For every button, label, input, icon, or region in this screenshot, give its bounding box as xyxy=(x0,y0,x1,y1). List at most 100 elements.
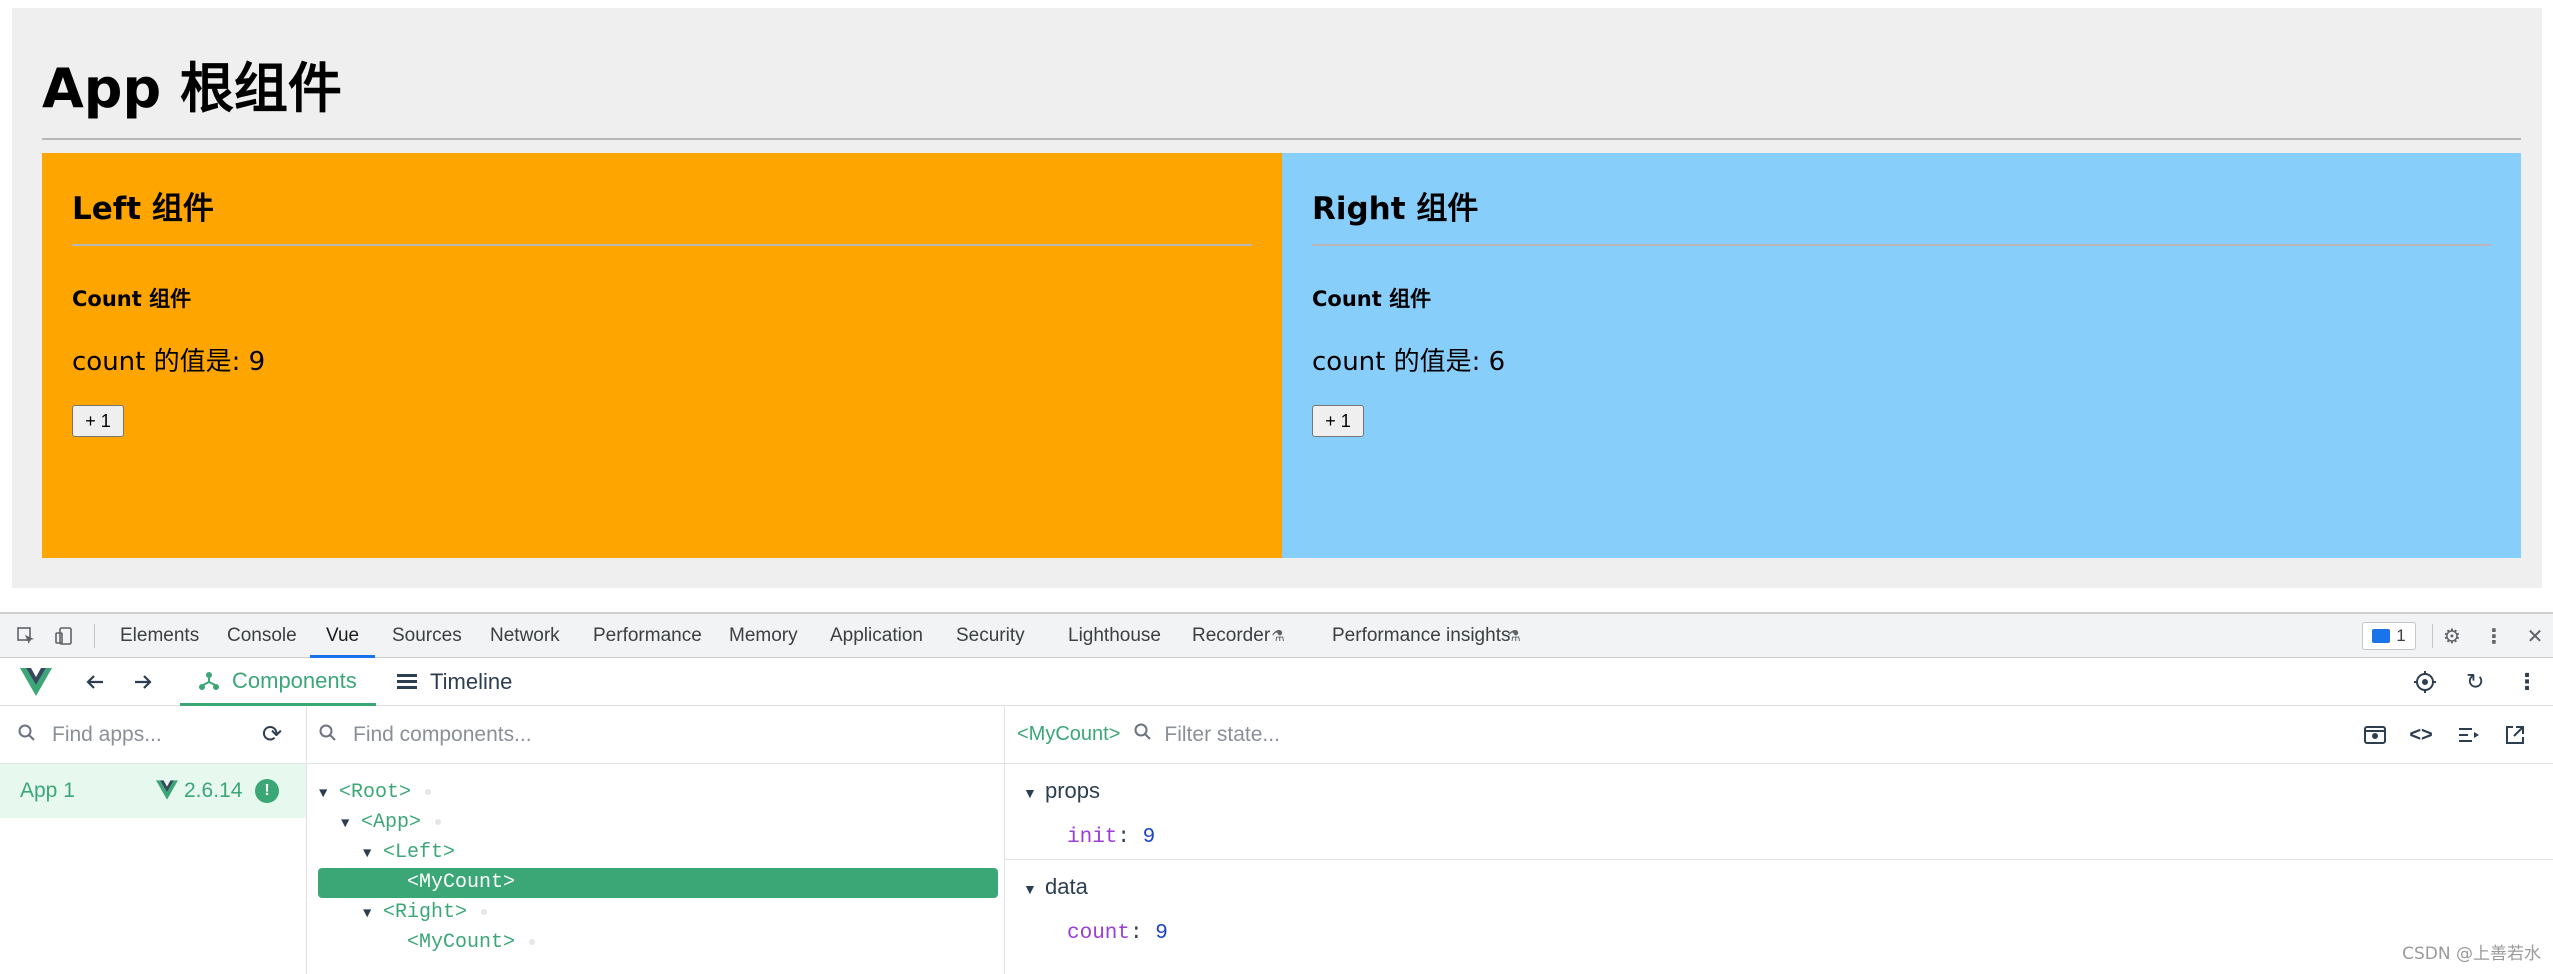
left-count-value: count 的值是: 9 xyxy=(72,347,266,377)
scroll-to-component-icon[interactable] xyxy=(2361,721,2389,749)
inspect-dom-icon[interactable] xyxy=(2455,721,2483,749)
prop-row-init[interactable]: init: 9 xyxy=(1067,826,1155,849)
more-vertical-icon[interactable]: ⋮ xyxy=(2516,658,2538,706)
vue-version: 2.6.14 xyxy=(184,779,243,802)
tab-application[interactable]: Application xyxy=(830,614,923,658)
vue-logo-icon xyxy=(156,780,178,805)
app-divider xyxy=(42,138,2521,140)
search-icon xyxy=(1134,723,1156,746)
timeline-icon xyxy=(397,674,417,689)
tab-console[interactable]: Console xyxy=(227,614,297,658)
issues-badge[interactable]: 1 xyxy=(2362,622,2416,650)
search-icon xyxy=(18,722,40,748)
right-divider xyxy=(1312,244,2491,246)
data-section: ▼ data count: 9 xyxy=(1005,860,2553,974)
node-dot-icon xyxy=(529,938,536,945)
component-tree-pane: ▼<Root> ▼<App> ▼<Left> <MyCount> ▼<Right… xyxy=(307,706,1005,974)
left-title: Left 组件 xyxy=(72,191,214,227)
component-tree-icon xyxy=(199,671,219,690)
vue-devtools-toolbar: Components Timeline ↻ ⋮ xyxy=(0,658,2553,706)
props-section-title[interactable]: ▼ props xyxy=(1023,778,1100,804)
message-icon xyxy=(2372,629,2391,643)
tabbar-divider xyxy=(2432,624,2433,648)
refresh-icon[interactable]: ↻ xyxy=(2466,658,2484,706)
find-components-input[interactable] xyxy=(353,722,853,747)
tab-components[interactable]: Components xyxy=(180,658,376,706)
find-apps-row: ⟳ xyxy=(0,706,306,764)
prop-key: init xyxy=(1067,826,1118,849)
flask-icon: ⚗ xyxy=(1271,628,1285,645)
left-component: Left 组件 Count 组件 count 的值是: 9 + 1 xyxy=(42,153,1282,558)
state-inspector-pane: <MyCount> <> ▼props init: 9 ▼data xyxy=(1005,706,2553,974)
settings-gear-icon[interactable]: ⚙ xyxy=(2440,624,2464,648)
tab-performance-insights[interactable]: Performance insights xyxy=(1332,614,1510,658)
tab-memory[interactable]: Memory xyxy=(729,614,798,658)
tree-node-left[interactable]: ▼ <Left> xyxy=(319,838,455,868)
page-viewport: App 根组件 Left 组件 Count 组件 count 的值是: 9 + … xyxy=(0,0,2553,612)
warning-icon: ! xyxy=(255,779,279,803)
tab-vue[interactable]: Vue xyxy=(310,614,376,658)
tree-node-app[interactable]: ▼ <App> xyxy=(319,808,442,838)
right-count-value: count 的值是: 6 xyxy=(1312,347,1506,377)
app-root-component: App 根组件 Left 组件 Count 组件 count 的值是: 9 + … xyxy=(12,8,2542,588)
tab-sources[interactable]: Sources xyxy=(392,614,462,658)
tab-elements[interactable]: Elements xyxy=(120,614,199,658)
devtools-tabbar: Elements Console Vue Sources Network Per… xyxy=(0,614,2553,658)
inspect-element-icon[interactable] xyxy=(14,624,38,648)
search-icon xyxy=(319,722,341,748)
selected-component-name: <MyCount> xyxy=(1017,723,1121,745)
tab-security[interactable]: Security xyxy=(956,614,1025,658)
data-section-title[interactable]: ▼ data xyxy=(1023,874,1088,900)
find-components-row xyxy=(307,706,1004,764)
tree-node-mycount-selected[interactable]: <MyCount> xyxy=(318,868,998,898)
prop-value[interactable]: 9 xyxy=(1143,826,1156,849)
collapse-caret-icon: ▼ xyxy=(1023,881,1037,897)
left-divider xyxy=(72,244,1252,246)
close-icon[interactable]: ✕ xyxy=(2523,624,2547,648)
state-header: <MyCount> <> xyxy=(1005,706,2553,764)
tab-components-label: Components xyxy=(232,667,357,693)
apps-pane: ⟳ App 1 2.6.14 ! xyxy=(0,706,307,974)
find-apps-input[interactable] xyxy=(52,722,242,747)
app-list-item[interactable]: App 1 2.6.14 ! xyxy=(0,764,306,818)
tab-lighthouse[interactable]: Lighthouse xyxy=(1068,614,1161,658)
tree-node-mycount[interactable]: <MyCount> xyxy=(319,928,536,958)
right-component: Right 组件 Count 组件 count 的值是: 6 + 1 xyxy=(1282,153,2521,558)
issues-count: 1 xyxy=(2396,626,2406,645)
open-in-editor-icon[interactable] xyxy=(2501,721,2529,749)
tab-recorder[interactable]: Recorder xyxy=(1192,614,1270,658)
watermark: CSDN @上善若水 xyxy=(2402,944,2541,964)
vue-logo-icon xyxy=(20,658,52,706)
device-toolbar-icon[interactable] xyxy=(52,624,76,648)
data-key: count xyxy=(1067,922,1131,945)
flask-icon: ⚗ xyxy=(1507,628,1521,645)
forward-arrow-icon[interactable] xyxy=(132,658,154,706)
tree-node-root[interactable]: ▼ <Root> xyxy=(319,778,432,808)
tab-timeline[interactable]: Timeline xyxy=(396,658,536,706)
expand-caret-icon: ▼ xyxy=(363,906,372,922)
more-vertical-icon[interactable]: ⋮ xyxy=(2482,624,2506,648)
collapse-caret-icon: ▼ xyxy=(1023,785,1037,801)
left-count-title: Count 组件 xyxy=(72,287,192,311)
tab-network[interactable]: Network xyxy=(490,614,560,658)
devtools-panel: Elements Console Vue Sources Network Per… xyxy=(0,612,2553,974)
expand-caret-icon: ▼ xyxy=(319,786,328,802)
right-count-title: Count 组件 xyxy=(1312,287,1432,311)
node-dot-icon xyxy=(435,818,442,825)
data-row-count[interactable]: count: 9 xyxy=(1067,922,1168,945)
filter-state-input[interactable] xyxy=(1164,722,1585,747)
data-value[interactable]: 9 xyxy=(1155,922,1168,945)
code-brackets-icon[interactable]: <> xyxy=(2407,721,2435,749)
app-name: App 1 xyxy=(20,779,75,802)
tab-performance[interactable]: Performance xyxy=(593,614,702,658)
tree-node-right[interactable]: ▼ <Right> xyxy=(319,898,488,928)
refresh-apps-icon[interactable]: ⟳ xyxy=(262,720,282,749)
right-title: Right 组件 xyxy=(1312,191,1479,227)
right-increment-button[interactable]: + 1 xyxy=(1312,405,1364,437)
back-arrow-icon[interactable] xyxy=(84,658,106,706)
expand-caret-icon: ▼ xyxy=(341,816,350,832)
tabbar-divider xyxy=(94,624,95,648)
select-component-target-icon[interactable] xyxy=(2413,658,2437,706)
left-increment-button[interactable]: + 1 xyxy=(72,405,124,437)
props-section: ▼ props init: 9 xyxy=(1005,764,2553,860)
